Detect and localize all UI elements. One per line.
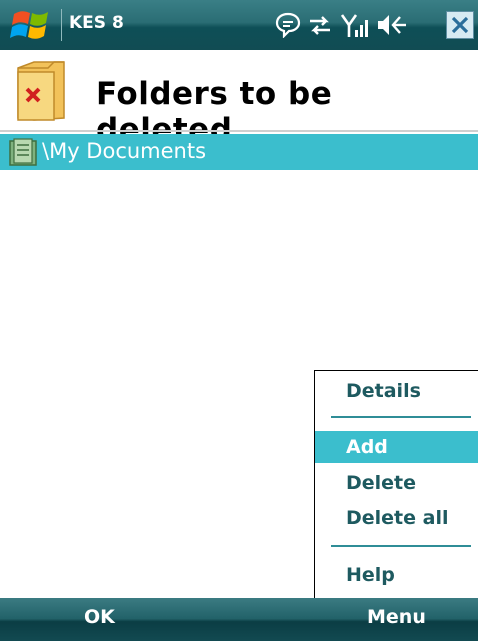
right-softkey[interactable]: Menu [367,606,426,628]
close-button[interactable] [446,11,474,39]
header-divider [0,130,478,132]
status-bar: KES 8 [0,0,478,50]
windows-start-icon[interactable] [10,8,54,42]
message-icon[interactable] [275,12,301,38]
status-separator [61,9,62,41]
softkey-bar: OK Menu [0,598,478,641]
list-item[interactable]: \My Documents [0,134,478,170]
close-icon [451,16,469,34]
sync-icon[interactable] [306,12,334,38]
menu-item-add[interactable]: Add [315,431,478,463]
menu-item-delete[interactable]: Delete [315,467,478,499]
page-header: Folders to be deleted [0,50,478,148]
signal-icon[interactable] [340,12,370,38]
volume-icon[interactable] [375,12,409,38]
list-item-label: \My Documents [42,139,207,163]
left-softkey[interactable]: OK [84,606,115,628]
menu-item-delete-all[interactable]: Delete all [315,502,478,534]
folder-delete-icon [17,61,65,121]
menu-item-help[interactable]: Help [315,559,478,591]
app-name: KES 8 [69,13,124,33]
context-menu: Details Add Delete Delete all Help [314,370,478,598]
folder-icon [9,138,37,166]
menu-item-details[interactable]: Details [315,375,478,407]
menu-separator [331,545,471,547]
menu-separator [331,416,471,418]
